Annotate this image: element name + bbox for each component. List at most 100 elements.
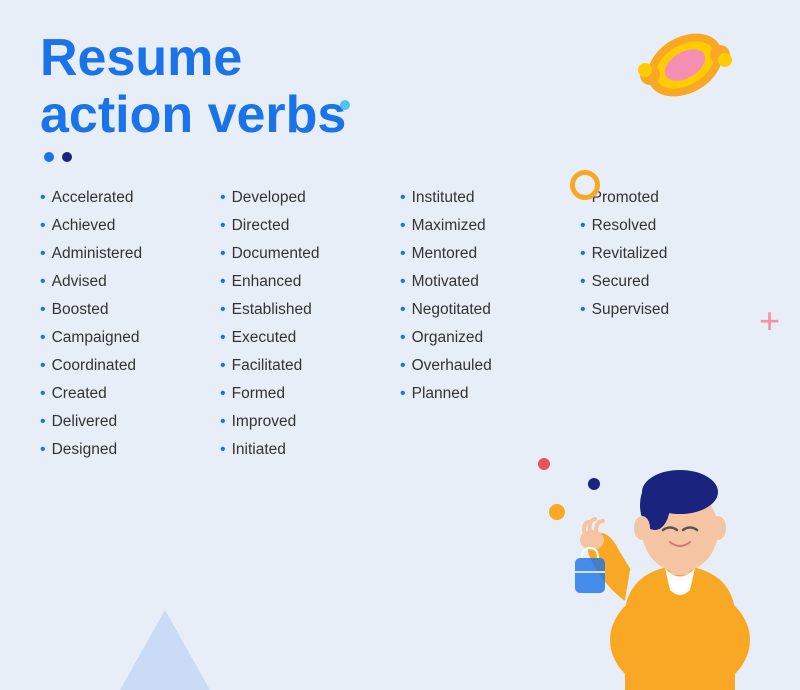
verb-item: • Campaigned xyxy=(40,324,220,352)
verb-item: • Documented xyxy=(220,240,400,268)
verb-text: Negotitated xyxy=(412,301,491,319)
bullet-point: • xyxy=(220,190,226,206)
bullet-point: • xyxy=(400,218,406,234)
bullet-point: • xyxy=(580,274,586,290)
circle-orange-decoration xyxy=(570,170,600,200)
bullet-point: • xyxy=(40,218,46,234)
bullet-point: • xyxy=(40,190,46,206)
verb-text: Secured xyxy=(592,273,650,291)
verb-text: Motivated xyxy=(412,273,479,291)
dot-blue xyxy=(44,152,54,162)
bullet-point: • xyxy=(40,442,46,458)
verb-text: Accelerated xyxy=(52,189,134,207)
bullet-point: • xyxy=(220,330,226,346)
verb-text: Created xyxy=(52,385,107,403)
bullet-point: • xyxy=(400,386,406,402)
verb-text: Achieved xyxy=(52,217,116,235)
verb-text: Executed xyxy=(232,329,297,347)
verb-text: Developed xyxy=(232,189,306,207)
verb-item: • Initiated xyxy=(220,436,400,464)
bullet-point: • xyxy=(220,274,226,290)
bullet-point: • xyxy=(220,302,226,318)
verb-item: • Maximized xyxy=(400,212,580,240)
verb-text: Instituted xyxy=(412,189,475,207)
verb-item: • Motivated xyxy=(400,268,580,296)
bullet-point: • xyxy=(220,442,226,458)
verb-item: • Accelerated xyxy=(40,184,220,212)
verb-text: Facilitated xyxy=(232,357,303,375)
verb-item: • Advised xyxy=(40,268,220,296)
verb-item: •Directed xyxy=(220,212,400,240)
verb-item: • Developed xyxy=(220,184,400,212)
verb-text: Initiated xyxy=(232,441,286,459)
verb-text: Organized xyxy=(412,329,484,347)
verb-text: Coordinated xyxy=(52,357,136,375)
bullet-point: • xyxy=(40,330,46,346)
verb-text: Enhanced xyxy=(232,273,302,291)
bullet-point: • xyxy=(40,358,46,374)
verb-text: Advised xyxy=(52,273,107,291)
bullet-point: • xyxy=(580,246,586,262)
verb-item: • Coordinated xyxy=(40,352,220,380)
verb-item: • Facilitated xyxy=(220,352,400,380)
dot-yellow-decoration xyxy=(549,504,565,520)
dot-red-decoration xyxy=(538,458,550,470)
verb-text: Campaigned xyxy=(52,329,140,347)
verb-text: Improved xyxy=(232,413,297,431)
verb-item: • Executed xyxy=(220,324,400,352)
bullet-point: • xyxy=(580,302,586,318)
verb-item: • Achieved xyxy=(40,212,220,240)
verb-item: • Enhanced xyxy=(220,268,400,296)
bullet-point: • xyxy=(40,414,46,430)
verb-item: • Improved xyxy=(220,408,400,436)
verb-item: • Delivered xyxy=(40,408,220,436)
character-illustration xyxy=(570,410,790,690)
bullet-point: • xyxy=(220,218,226,234)
verb-item: • Boosted xyxy=(40,296,220,324)
verb-text: Mentored xyxy=(412,245,477,263)
verb-text: Administered xyxy=(52,245,142,263)
verb-text: Designed xyxy=(52,441,118,459)
verb-item: •Overhauled xyxy=(400,352,580,380)
bullet-point: • xyxy=(40,274,46,290)
verb-item: • Supervised xyxy=(580,296,760,324)
verb-text: Revitalized xyxy=(592,245,668,263)
verb-text: Resolved xyxy=(592,217,657,235)
bullet-point: • xyxy=(40,302,46,318)
verb-item: •Instituted xyxy=(400,184,580,212)
verb-item: •Negotitated xyxy=(400,296,580,324)
bullet-point: • xyxy=(400,246,406,262)
verb-item: •Administered xyxy=(40,240,220,268)
verb-text: Delivered xyxy=(52,413,117,431)
verb-column-col1: •Accelerated•Achieved•Administered•Advis… xyxy=(40,184,220,464)
bullet-point: • xyxy=(220,358,226,374)
verb-column-col3: •Instituted•Maximized•Mentored•Motivated… xyxy=(400,184,580,464)
verb-text: Planned xyxy=(412,385,469,403)
verb-text: Boosted xyxy=(52,301,109,319)
bullet-point: • xyxy=(220,386,226,402)
verb-text: Promoted xyxy=(592,189,659,207)
decorative-dots xyxy=(40,152,760,162)
circle-blue-decoration xyxy=(340,100,350,110)
verb-item: • Secured xyxy=(580,268,760,296)
bullet-point: • xyxy=(220,246,226,262)
plus-decoration: + xyxy=(759,300,780,342)
verb-item: •Resolved xyxy=(580,212,760,240)
verb-item: • Mentored xyxy=(400,240,580,268)
verb-text: Established xyxy=(232,301,312,319)
verb-item: • Established xyxy=(220,296,400,324)
verb-item: • Planned xyxy=(400,380,580,408)
dot-navy xyxy=(62,152,72,162)
verb-text: Maximized xyxy=(412,217,486,235)
verb-text: Documented xyxy=(232,245,320,263)
verb-item: •Formed xyxy=(220,380,400,408)
verb-item: • Designed xyxy=(40,436,220,464)
verb-text: Supervised xyxy=(592,301,670,319)
triangle-decoration xyxy=(120,610,210,690)
verb-item: • Revitalized xyxy=(580,240,760,268)
verb-column-col2: •Developed•Directed•Documented•Enhanced•… xyxy=(220,184,400,464)
bullet-point: • xyxy=(400,274,406,290)
verb-item: •Organized xyxy=(400,324,580,352)
candy-decoration xyxy=(620,20,740,110)
bullet-point: • xyxy=(220,414,226,430)
